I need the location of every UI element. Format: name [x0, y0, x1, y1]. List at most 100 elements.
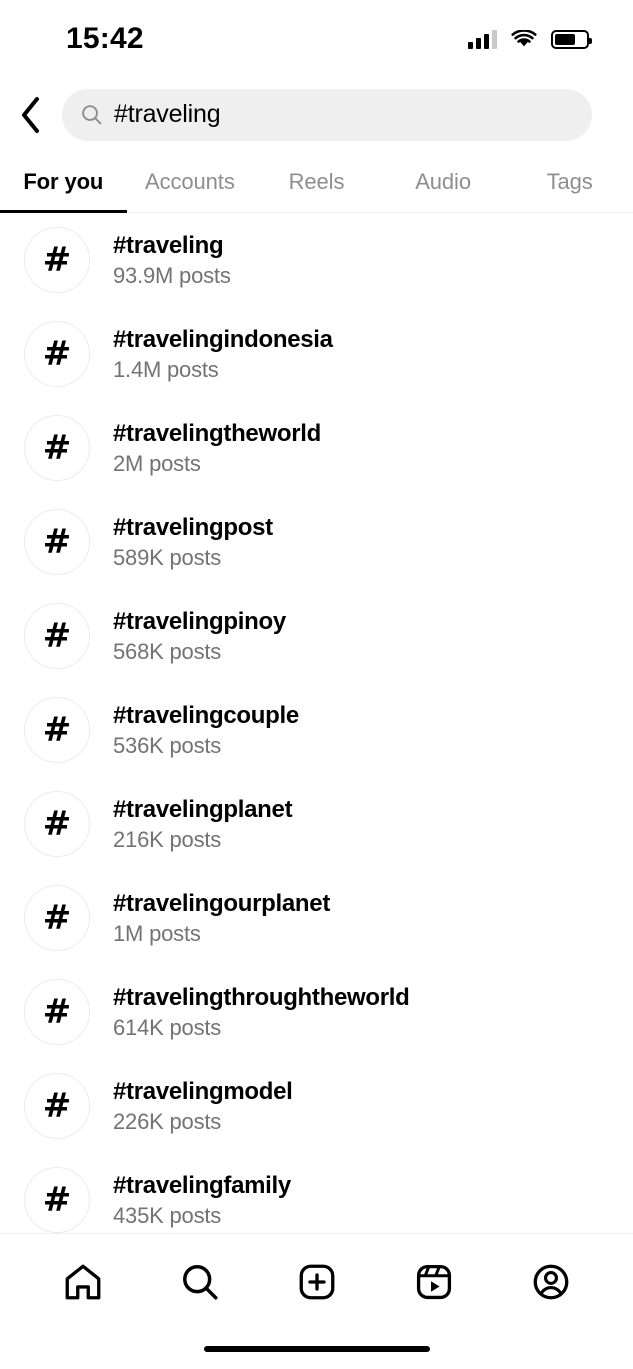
tab-tags-label: Tags [546, 168, 593, 194]
hashtag-result-row[interactable]: # #travelingcouple 536K posts [0, 683, 633, 777]
hashtag-avatar-icon: # [24, 979, 90, 1045]
status-icons [468, 29, 592, 49]
hashtag-result-text: #travelingourplanet 1M posts [113, 890, 330, 947]
hashtag-post-count: 216K posts [113, 826, 222, 852]
hashtag-avatar-icon: # [24, 321, 90, 387]
status-time: 15:42 [66, 22, 144, 55]
hashtag-avatar-icon: # [24, 415, 90, 481]
tab-for-you-label: For you [23, 168, 104, 194]
search-input-value: #traveling [114, 100, 221, 128]
hashtag-avatar-icon: # [24, 885, 90, 951]
hashtag-post-count: 93.9M posts [113, 262, 231, 288]
hashtag-result-text: #travelingmodel 226K posts [113, 1078, 293, 1135]
hashtag-result-text: #travelingthroughtheworld 614K posts [113, 984, 410, 1041]
hashtag-glyph: # [42, 334, 72, 374]
hashtag-result-row[interactable]: # #travelingthroughtheworld 614K posts [0, 965, 633, 1059]
hashtag-name: #travelingindonesia [113, 325, 333, 353]
hashtag-post-count: 435K posts [113, 1202, 222, 1228]
hashtag-result-row[interactable]: # #travelingourplanet 1M posts [0, 871, 633, 965]
hashtag-name: #travelingthroughtheworld [113, 983, 410, 1011]
hashtag-result-text: #traveling 93.9M posts [113, 232, 231, 289]
hashtag-name: #travelingmodel [113, 1077, 293, 1105]
hashtag-name: #travelingourplanet [113, 889, 331, 917]
tab-for-you[interactable]: For you [0, 151, 127, 213]
search-icon [82, 105, 102, 125]
hashtag-glyph: # [42, 616, 72, 656]
hashtag-name: #travelingcouple [113, 701, 299, 729]
hashtag-post-count: 589K posts [113, 544, 222, 570]
hashtag-result-row[interactable]: # #travelingfamily 435K posts [0, 1153, 633, 1233]
tab-reels[interactable]: Reels [253, 151, 380, 212]
hashtag-result-text: #travelingpinoy 568K posts [113, 608, 286, 665]
back-chevron-icon [22, 96, 39, 133]
hashtag-name: #travelingfamily [113, 1171, 291, 1199]
tab-accounts-label: Accounts [145, 168, 235, 194]
hashtag-glyph: # [42, 428, 72, 468]
hashtag-glyph: # [42, 804, 72, 844]
hashtag-result-row[interactable]: # #travelingmodel 226K posts [0, 1059, 633, 1153]
hashtag-avatar-icon: # [24, 509, 90, 575]
nav-home-button[interactable] [48, 1247, 118, 1317]
hashtag-post-count: 2M posts [113, 450, 201, 476]
hashtag-glyph: # [42, 992, 72, 1032]
hashtag-glyph: # [42, 522, 72, 562]
wifi-icon [511, 29, 537, 46]
profile-icon [533, 1264, 568, 1299]
hashtag-result-text: #travelingcouple 536K posts [113, 702, 299, 759]
search-header: #traveling [0, 78, 633, 151]
back-button[interactable] [0, 84, 62, 146]
instagram-search-screen: 15:42 #traveling For you Accounts Reels … [0, 0, 633, 1369]
hashtag-name: #traveling [113, 231, 224, 259]
tab-tags[interactable]: Tags [506, 151, 633, 212]
search-input[interactable]: #traveling [62, 88, 592, 141]
hashtag-glyph: # [42, 710, 72, 750]
hashtag-post-count: 536K posts [113, 732, 222, 758]
hashtag-post-count: 614K posts [113, 1014, 222, 1040]
status-bar: 15:42 [0, 0, 633, 78]
hashtag-result-text: #travelingfamily 435K posts [113, 1172, 291, 1229]
cellular-signal-icon [468, 29, 497, 49]
hashtag-avatar-icon: # [24, 791, 90, 857]
nav-reels-button[interactable] [399, 1247, 469, 1317]
hashtag-glyph: # [42, 240, 72, 280]
hashtag-result-row[interactable]: # #travelingplanet 216K posts [0, 777, 633, 871]
hashtag-result-row[interactable]: # #travelingindonesia 1.4M posts [0, 307, 633, 401]
hashtag-name: #travelingplanet [113, 795, 293, 823]
hashtag-result-row[interactable]: # #traveling 93.9M posts [0, 213, 633, 307]
hashtag-name: #travelingtheworld [113, 419, 321, 447]
hashtag-result-row[interactable]: # #travelingpost 589K posts [0, 495, 633, 589]
search-results-list[interactable]: # #traveling 93.9M posts # #travelingindones… [0, 213, 633, 1233]
hashtag-post-count: 1.4M posts [113, 356, 219, 382]
home-icon [65, 1264, 100, 1299]
hashtag-avatar-icon: # [24, 227, 90, 293]
nav-profile-button[interactable] [516, 1247, 586, 1317]
hashtag-result-row[interactable]: # #travelingtheworld 2M posts [0, 401, 633, 495]
hashtag-name: #travelingpinoy [113, 607, 286, 635]
battery-icon [551, 29, 592, 49]
hashtag-avatar-icon: # [24, 603, 90, 669]
tab-audio[interactable]: Audio [380, 151, 507, 212]
hashtag-result-row[interactable]: # #travelingpinoy 568K posts [0, 589, 633, 683]
hashtag-result-text: #travelingindonesia 1.4M posts [113, 326, 333, 383]
nav-search-button[interactable] [165, 1247, 235, 1317]
bottom-navigation-bar [0, 1233, 633, 1329]
search-tabs: For you Accounts Reels Audio Tags [0, 151, 633, 213]
hashtag-result-text: #travelingtheworld 2M posts [113, 420, 321, 477]
hashtag-name: #travelingpost [113, 513, 273, 541]
tab-accounts[interactable]: Accounts [127, 151, 254, 212]
hashtag-result-text: #travelingpost 589K posts [113, 514, 273, 571]
tab-reels-label: Reels [288, 168, 345, 194]
nav-create-button[interactable] [282, 1247, 352, 1317]
hashtag-post-count: 1M posts [113, 920, 201, 946]
hashtag-glyph: # [42, 1180, 72, 1220]
reels-icon [416, 1264, 451, 1299]
hashtag-glyph: # [42, 1086, 72, 1126]
search-icon [182, 1264, 217, 1299]
tab-audio-label: Audio [415, 168, 471, 194]
hashtag-avatar-icon: # [24, 1073, 90, 1139]
hashtag-glyph: # [42, 898, 72, 938]
hashtag-avatar-icon: # [24, 697, 90, 763]
hashtag-post-count: 568K posts [113, 638, 222, 664]
home-indicator[interactable] [203, 1346, 430, 1352]
create-plus-icon [299, 1264, 334, 1299]
